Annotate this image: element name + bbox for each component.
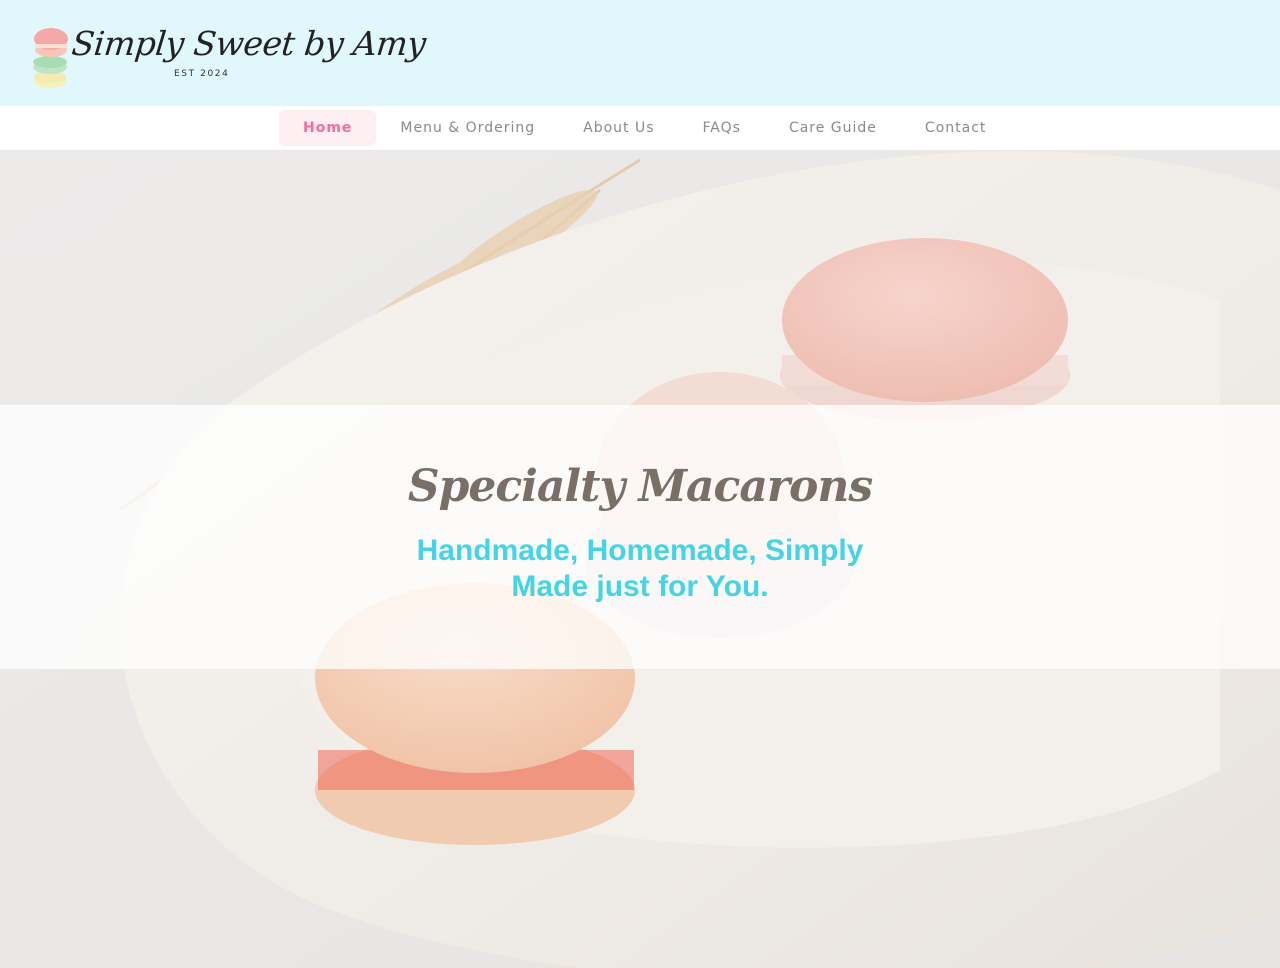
nav-item-faqs[interactable]: FAQs: [679, 110, 765, 146]
nav-item-care-guide[interactable]: Care Guide: [765, 110, 901, 146]
logo-established: EST 2024: [174, 69, 230, 79]
hero-subtitle: Handmade, Homemade, Simply Made just for…: [416, 534, 864, 603]
nav-list: Home Menu & Ordering About Us FAQs Care …: [279, 110, 1010, 146]
logo-wordmark: Simply Sweet by Amy: [69, 24, 428, 63]
hero-banner: Specialty Macarons Handmade, Homemade, S…: [0, 405, 1280, 669]
hero-title: Specialty Macarons: [407, 461, 873, 512]
nav-item-home[interactable]: Home: [279, 110, 377, 146]
hero-section: Specialty Macarons Handmade, Homemade, S…: [0, 150, 1280, 968]
main-nav: Home Menu & Ordering About Us FAQs Care …: [0, 106, 1280, 150]
macaron-stack-icon: [33, 28, 68, 88]
nav-item-about-us[interactable]: About Us: [559, 110, 678, 146]
site-logo[interactable]: Simply Sweet by Amy EST 2024: [30, 20, 428, 90]
site-header: Simply Sweet by Amy EST 2024: [0, 0, 1280, 106]
nav-item-menu-ordering[interactable]: Menu & Ordering: [376, 110, 559, 146]
nav-item-contact[interactable]: Contact: [901, 110, 1010, 146]
